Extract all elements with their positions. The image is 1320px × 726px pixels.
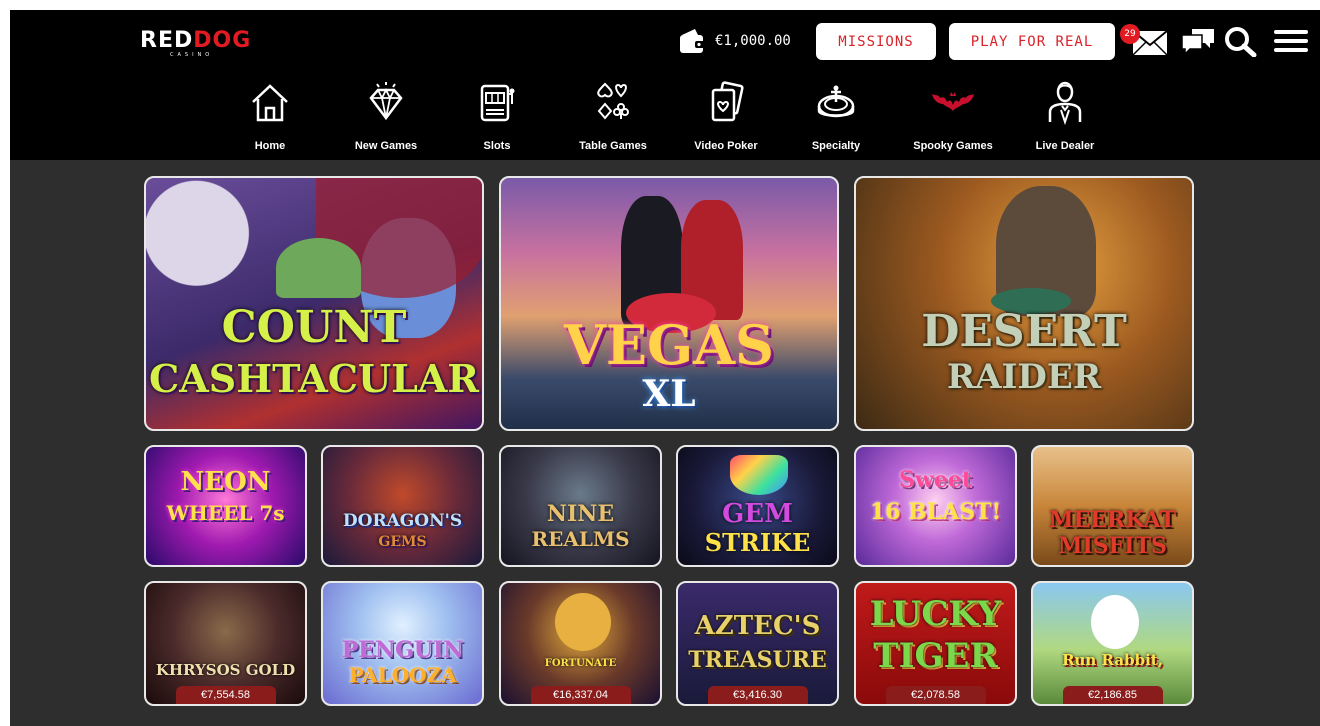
nav-label: Table Games [579, 140, 647, 152]
game-tile-gem-strike[interactable]: GEM STRIKE [676, 445, 839, 567]
nav-item-specialty[interactable]: Specialty [786, 80, 886, 160]
mail-button[interactable]: 29 [1120, 24, 1170, 60]
game-tile-khrysos-gold[interactable]: KHRYSOS GOLD €7,554.58 [144, 581, 307, 706]
chat-icon[interactable] [1180, 25, 1216, 57]
roulette-icon [817, 85, 855, 118]
game-title-line1: AZTEC'S [694, 611, 821, 641]
game-title-line2: XL [642, 373, 696, 415]
game-title-line1: PENGUIN [341, 637, 464, 663]
game-title-line1: NEON [180, 467, 271, 497]
dealer-icon [1048, 81, 1082, 126]
game-title-line1: KHRYSOS GOLD [155, 661, 296, 679]
search-icon[interactable] [1222, 25, 1258, 57]
diamond-icon [369, 82, 403, 121]
game-tile-desert-raider[interactable]: DESERT RAIDER [854, 176, 1194, 431]
slot-machine-icon [480, 84, 515, 122]
nav-label: Live Dealer [1035, 140, 1095, 152]
game-tile-aztecs-treasure[interactable]: AZTEC'S TREASURE €3,416.30 [676, 581, 839, 706]
game-tile-neon-wheel-7s[interactable]: NEON WHEEL 7s [144, 445, 307, 567]
game-tile-lucky-tiger[interactable]: LUCKY TIGER €2,078.58 [854, 581, 1017, 706]
game-title-line2: TIGER [873, 636, 998, 676]
jackpot-amount: €3,416.30 [707, 686, 808, 704]
menu-icon[interactable] [1272, 25, 1308, 57]
game-tile-vegas-xl[interactable]: VEGAS XL [499, 176, 839, 431]
jackpot-amount: €7,554.58 [175, 686, 276, 704]
mail-count-badge: 29 [1120, 24, 1140, 44]
nav-label: Home [254, 140, 286, 152]
nav-label: Specialty [811, 140, 861, 152]
logo-red: RED [140, 28, 194, 53]
game-title-line2: MISFITS [1058, 533, 1167, 559]
nav-item-live-dealer[interactable]: Live Dealer [1015, 80, 1115, 160]
game-title-line2: STRIKE [704, 528, 811, 557]
nav-item-new-games[interactable]: New Games [336, 80, 436, 160]
cash-fan [276, 238, 361, 298]
nav-label: Slots [483, 140, 511, 152]
game-title-line2: WHEEL 7s [166, 501, 285, 525]
wallet-icon [680, 29, 705, 53]
balance-display[interactable]: €1,000.00 [677, 25, 791, 57]
game-title-line1: VEGAS [563, 313, 775, 377]
game-tile-run-rabbit-run[interactable]: Run Rabbit, €2,186.85 [1031, 581, 1194, 706]
balance-amount: €1,000.00 [715, 33, 791, 49]
game-tile-fortunate-buddha[interactable]: FORTUNATE €16,337.04 [499, 581, 662, 706]
game-tile-sweet-16-blast[interactable]: Sweet 16 BLAST! [854, 445, 1017, 567]
game-title-line2: 16 BLAST! [869, 499, 1002, 525]
game-title-line1: DESERT [921, 306, 1127, 357]
jackpot-amount: €2,186.85 [1062, 686, 1163, 704]
rabbit-figure [1091, 595, 1139, 649]
game-title-line2: REALMS [531, 527, 630, 551]
game-title-line1: LUCKY [869, 594, 1002, 634]
game-tile-doragons-gems[interactable]: DORAGON'S GEMS [321, 445, 484, 567]
game-tile-nine-realms[interactable]: NINE REALMS [499, 445, 662, 567]
nav-item-home[interactable]: Home [220, 80, 320, 160]
nav-item-video-poker[interactable]: Video Poker [676, 80, 776, 160]
game-tile-count-cashtacular[interactable]: COUNT CASHTACULAR [144, 176, 484, 431]
game-title-line2: CASHTACULAR [149, 356, 479, 401]
logo[interactable]: REDDOG CASINO [140, 30, 251, 62]
game-title-line1: MEERKAT [1049, 507, 1176, 533]
nav-item-table-games[interactable]: Table Games [563, 80, 663, 160]
game-tile-penguin-palooza[interactable]: PENGUIN PALOOZA [321, 581, 484, 706]
game-title-line1: FORTUNATE [544, 658, 617, 669]
game-title-line2: GEMS [378, 534, 427, 550]
nav-label: New Games [354, 140, 418, 152]
game-title-line2: PALOOZA [348, 663, 457, 687]
game-title-line1: Sweet [899, 467, 972, 493]
nav-label: Video Poker [694, 140, 758, 152]
logo-dog: DOG [193, 28, 252, 53]
game-title-line1: NINE [546, 501, 615, 527]
game-title-line2: RAIDER [946, 357, 1102, 397]
bat-icon [932, 92, 974, 111]
game-title-line1: COUNT [221, 302, 407, 353]
game-title-line2: TREASURE [688, 647, 827, 673]
game-tile-meerkat-misfits[interactable]: MEERKAT MISFITS [1031, 445, 1194, 567]
play-for-real-button[interactable]: PLAY FOR REAL [949, 23, 1115, 60]
gem-graphic [730, 455, 788, 495]
game-title-line1: Run Rabbit, [1062, 651, 1163, 669]
casino-page: REDDOG CASINO €1,000.00 MISSIONS PLAY FO… [10, 10, 1320, 726]
jackpot-amount: €2,078.58 [885, 686, 986, 704]
nav-label: Spooky Games [913, 140, 993, 152]
jackpot-amount: €16,337.04 [530, 686, 631, 704]
playing-card-icon [711, 81, 744, 122]
home-icon [252, 84, 288, 122]
game-title-line1: DORAGON'S [342, 511, 463, 531]
top-bar: REDDOG CASINO €1,000.00 MISSIONS PLAY FO… [10, 10, 1320, 72]
card-suits-icon [597, 82, 629, 120]
nav-item-slots[interactable]: Slots [447, 80, 547, 160]
nav-item-spooky-games[interactable]: Spooky Games [903, 80, 1003, 160]
game-title-line1: GEM [722, 499, 793, 529]
buddha-figure [555, 593, 611, 651]
category-nav: Home New Games Slots Table Games Video P… [10, 72, 1320, 160]
missions-button[interactable]: MISSIONS [816, 23, 936, 60]
